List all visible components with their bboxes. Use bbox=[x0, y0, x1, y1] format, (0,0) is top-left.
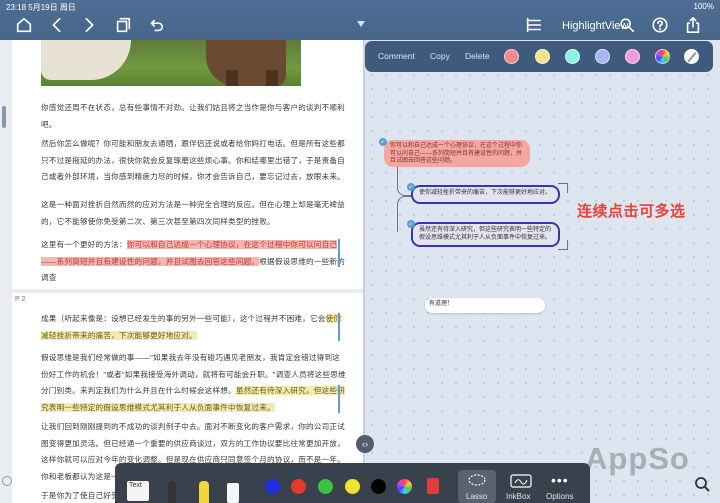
color-swatch-yellow[interactable] bbox=[535, 49, 550, 64]
watermark-logo: AppSo bbox=[585, 441, 690, 476]
forward-chevron-icon[interactable] bbox=[79, 15, 99, 35]
page-indicator-icon[interactable] bbox=[2, 476, 12, 486]
delete-button[interactable]: Delete bbox=[465, 51, 490, 61]
text-tool[interactable]: Text bbox=[127, 481, 149, 501]
color-swatch-blue[interactable] bbox=[595, 49, 610, 64]
options-label: Options bbox=[546, 492, 574, 501]
node-link-icon[interactable]: ↙ bbox=[379, 138, 387, 146]
paragraph-highlighted[interactable]: 这里有一个更好的方法：你可以和自己达成一个心理协议，在这个过程中你可以问自己——… bbox=[41, 237, 346, 287]
undo-icon[interactable] bbox=[146, 15, 166, 35]
mindmap-node-selected[interactable]: 虽然还有待深入研究，但这些研究表明一些特定的假设思维模式尤其利于人从负面事件中恢… bbox=[411, 222, 560, 247]
document-page-1: 你感觉还周不在状态，总有些事情不对劲。让我们姑且将之当作是你与客户的谈判不顺利吧… bbox=[12, 40, 363, 289]
pen-tool-icon[interactable] bbox=[168, 481, 176, 503]
scroll-handle[interactable] bbox=[2, 106, 6, 128]
pen-color-black[interactable] bbox=[371, 479, 386, 494]
pen-color-blue[interactable] bbox=[265, 479, 280, 494]
pages-icon[interactable] bbox=[113, 15, 133, 35]
home-icon[interactable] bbox=[14, 15, 34, 35]
highlight-marker bbox=[338, 385, 340, 413]
text-span: 这里有一个更好的方法： bbox=[41, 240, 127, 249]
mindmap-canvas[interactable] bbox=[365, 40, 720, 503]
search-icon[interactable] bbox=[617, 15, 637, 35]
lasso-label: Lasso bbox=[466, 492, 488, 501]
pen-color-red[interactable] bbox=[291, 479, 306, 494]
stroke-width-icon[interactable] bbox=[427, 478, 439, 494]
document-photo bbox=[41, 40, 301, 86]
pen-color-yellow[interactable] bbox=[345, 479, 360, 494]
page-number-label: P 2 bbox=[15, 296, 26, 303]
paragraph: 你感觉还周不在状态，总有些事情不对劲。让我们姑且将之当作是你与客户的谈判不顺利吧… bbox=[41, 103, 345, 129]
lasso-icon bbox=[468, 474, 486, 486]
mindmap-node-red[interactable]: 你可以和自己达成一个心理协议，在这个过程中你可以问自己——系列简短并且有建设性的… bbox=[384, 140, 530, 167]
inkbox-icon bbox=[510, 474, 532, 488]
paragraph-highlighted[interactable]: 成果（听起来像是：设想已经发生的事的另外一些可能），这个过程并不困难，它会使你减… bbox=[41, 311, 346, 344]
pen-color-green[interactable] bbox=[318, 479, 333, 494]
collapse-toggle-icon[interactable]: ‹› bbox=[356, 435, 374, 453]
mindmap-node-selected[interactable]: 使你减轻挫折带来的痛苦，下次能够更好地应对。 bbox=[411, 185, 560, 204]
selection-corner bbox=[558, 240, 568, 250]
no-color-icon[interactable] bbox=[684, 49, 699, 64]
connector-line bbox=[397, 166, 411, 196]
status-time-date: 23:18 5月19日 周日 bbox=[6, 3, 76, 12]
annotation-label: 连续点击可多选 bbox=[577, 203, 686, 220]
top-toolbar: 23:18 5月19日 周日 100% HighlightView bbox=[0, 0, 720, 40]
back-chevron-icon[interactable] bbox=[47, 15, 67, 35]
color-swatch-red[interactable] bbox=[504, 49, 519, 64]
paragraph: 然后你怎么做呢？你可能和朋友去通晒，跟伴侣还说或者给你妈打电话。但是所有这些都只… bbox=[41, 139, 345, 181]
share-icon[interactable] bbox=[683, 15, 703, 35]
document-pane[interactable]: 你感觉还周不在状态，总有些事情不对劲。让我们姑且将之当作是你与客户的谈判不顺利吧… bbox=[0, 40, 363, 503]
eraser-tool-icon[interactable] bbox=[227, 483, 239, 503]
highlight-marker bbox=[338, 313, 340, 341]
paragraph-highlighted[interactable]: 假设思维是我们经常做的事——"如果我去年没有碰巧遇见老朋友，我肯定会错过得到这份… bbox=[41, 350, 346, 416]
highlight-marker bbox=[338, 239, 340, 267]
lasso-tool[interactable]: Lasso bbox=[458, 470, 496, 503]
help-icon[interactable] bbox=[650, 15, 670, 35]
dropdown-triangle-icon[interactable] bbox=[357, 21, 365, 27]
highlighter-tool-icon[interactable] bbox=[199, 481, 209, 503]
color-swatch-pink[interactable] bbox=[625, 49, 640, 64]
color-picker-icon[interactable] bbox=[655, 49, 670, 64]
inkbox-label: InkBox bbox=[506, 492, 531, 501]
mindmap-node-comment[interactable]: 有道理！ bbox=[425, 298, 545, 313]
node-link-icon[interactable]: ↙ bbox=[407, 220, 415, 228]
highlight-view-icon[interactable] bbox=[524, 15, 544, 35]
zoom-icon[interactable] bbox=[694, 476, 710, 492]
comment-button[interactable]: Comment bbox=[378, 51, 415, 61]
text-span: 成果（听起来像是：设想已经发生的事的另外一些可能），这个过程并不困难，它会 bbox=[41, 314, 326, 323]
battery-indicator: 100% bbox=[693, 2, 714, 11]
paragraph: 这是一种面对挫折自然而然的应对方法是一种完全合理的反应。但在心理上却是毫无裨益的… bbox=[41, 200, 345, 226]
text-tool-label: Text bbox=[129, 482, 142, 489]
node-link-icon[interactable]: ↙ bbox=[407, 183, 415, 191]
color-swatch-cyan[interactable] bbox=[565, 49, 580, 64]
options-dots-icon: ••• bbox=[551, 472, 569, 488]
context-menu: Comment Copy Delete bbox=[365, 41, 713, 72]
copy-button[interactable]: Copy bbox=[430, 51, 450, 61]
pen-color-picker-icon[interactable] bbox=[397, 479, 412, 494]
